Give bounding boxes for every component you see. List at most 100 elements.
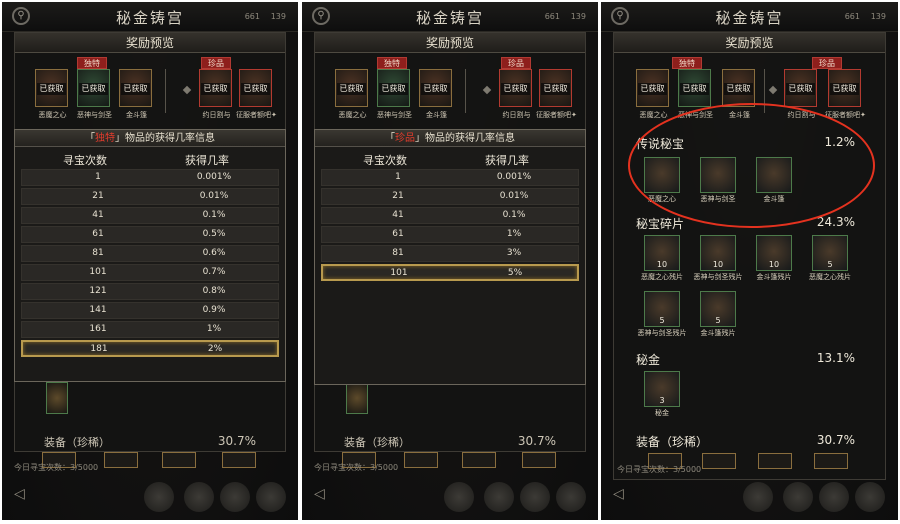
rate-cell: 0.1% <box>502 210 526 220</box>
back-arrow-icon[interactable]: ◁ <box>613 486 624 502</box>
nav-button[interactable] <box>855 482 885 512</box>
bottom-nav: ◁ <box>302 474 598 520</box>
rate-popup: 「独特」物品的获得几率信息 寻宝次数 获得几率 1 0.001% 21 0.01% 41… <box>14 129 286 382</box>
panel-unique-rates: ⚲ 秘金铸宫 661 139 奖励预览 独特 珍品 已获取 恶魔之心 已获取 恶神与… <box>2 2 298 520</box>
preview-item[interactable]: 已获取 约日割与 <box>499 69 532 119</box>
preview-item[interactable]: 已获取 约日割与 <box>784 69 817 119</box>
nav-button[interactable] <box>556 482 586 512</box>
equipment-pct: 30.7% <box>217 434 256 448</box>
table-row[interactable]: 1 0.001% <box>21 169 279 186</box>
equipment-item[interactable] <box>462 452 496 468</box>
equipment-item[interactable] <box>222 452 256 468</box>
table-row[interactable]: 161 1% <box>21 321 279 338</box>
nav-button[interactable] <box>256 482 286 512</box>
legendary-item[interactable] <box>700 157 736 193</box>
preview-item[interactable]: 已获取 征服者额吧✦ <box>236 69 277 119</box>
gold-item[interactable]: 3 <box>644 371 680 407</box>
fragment-item[interactable]: 5 <box>644 291 680 327</box>
count-cell: 21 <box>92 191 104 201</box>
equipment-item[interactable] <box>522 452 556 468</box>
nav-button[interactable] <box>184 482 214 512</box>
fragment-item[interactable]: 5 <box>700 291 736 327</box>
nav-button[interactable] <box>444 482 474 512</box>
back-arrow-icon[interactable]: ◁ <box>314 486 325 502</box>
rate-cell: 1% <box>206 324 222 334</box>
nav-button[interactable] <box>819 482 849 512</box>
item-name: 恶魔之心残片 <box>641 273 683 281</box>
equipment-item[interactable] <box>104 452 138 468</box>
preview-item[interactable]: 已获取 征服者额吧✦ <box>825 69 866 119</box>
section-fragments: 秘宝碎片 24.3% <box>636 215 855 233</box>
table-row[interactable]: 181 2% <box>21 340 279 357</box>
nav-button[interactable] <box>144 482 174 512</box>
section-title: 秘宝碎片 <box>636 217 685 231</box>
count-cell: 101 <box>390 268 408 278</box>
section-pct: 30.7% <box>816 433 855 447</box>
item-name: 秘金 <box>655 409 669 417</box>
legendary-item[interactable] <box>644 157 680 193</box>
equipment-item[interactable] <box>404 452 438 468</box>
equipment-item[interactable] <box>162 452 196 468</box>
equipment-item[interactable] <box>758 453 792 469</box>
table-row[interactable]: 101 0.7% <box>21 264 279 281</box>
equipment-item[interactable] <box>814 453 848 469</box>
count-cell: 121 <box>89 286 107 296</box>
fragment-item[interactable]: 10 <box>644 235 680 271</box>
table-row[interactable]: 141 0.9% <box>21 302 279 319</box>
nav-button[interactable] <box>743 482 773 512</box>
table-row[interactable]: 41 0.1% <box>321 207 579 224</box>
rate-table: 1 0.001% 21 0.01% 41 0.1% 61 1% 81 3% 101 5% <box>315 169 585 281</box>
col-rate: 获得几率 <box>485 154 529 167</box>
stat-b: 139 <box>570 12 586 21</box>
preview-item[interactable]: 已获取 金斗篷 <box>722 69 755 119</box>
table-row[interactable]: 101 5% <box>321 264 579 281</box>
count-cell: 61 <box>392 229 404 239</box>
top-bar: ⚲ 秘金铸宫 661 139 <box>302 2 598 32</box>
top-bar: ⚲ 秘金铸宫 661 139 <box>601 2 898 32</box>
legendary-item[interactable] <box>756 157 792 193</box>
section-pct: 1.2% <box>824 135 856 149</box>
preview-item[interactable]: 已获取 恶神与剑圣 <box>377 69 412 119</box>
preview-item[interactable]: 已获取 恶魔之心 <box>335 69 368 119</box>
nav-button[interactable] <box>220 482 250 512</box>
preview-item[interactable]: 已获取 恶神与剑圣 <box>678 69 713 119</box>
table-row[interactable]: 41 0.1% <box>21 207 279 224</box>
preview-item[interactable]: 已获取 征服者额吧✦ <box>536 69 577 119</box>
item-name: 恶神与剑圣 <box>700 195 736 203</box>
fragment-item[interactable]: 5 <box>812 235 848 271</box>
bottom-nav: ◁ <box>601 474 898 520</box>
count-cell: 141 <box>89 305 107 315</box>
fragment-item[interactable]: 10 <box>756 235 792 271</box>
preview-item[interactable]: 已获取 恶魔之心 <box>636 69 669 119</box>
nav-button[interactable] <box>484 482 514 512</box>
equipment-item[interactable] <box>702 453 736 469</box>
equipment-pct: 30.7% <box>517 434 556 448</box>
preview-item[interactable]: 已获取 约日割与 <box>199 69 232 119</box>
preview-item[interactable]: 已获取 恶魔之心 <box>35 69 68 119</box>
panel-rare-rates: ⚲ 秘金铸宫 661 139 奖励预览 独特 珍品 已获取 恶魔之心 已获取 恶神与… <box>302 2 598 520</box>
table-row[interactable]: 121 0.8% <box>21 283 279 300</box>
reward-preview-title: 奖励预览 <box>315 33 585 53</box>
table-row[interactable]: 61 1% <box>321 226 579 243</box>
diamond-icon <box>482 85 492 95</box>
section-title: 秘金 <box>636 353 661 367</box>
rate-cell: 0.001% <box>196 172 232 182</box>
nav-button[interactable] <box>520 482 550 512</box>
fragment-item[interactable]: 10 <box>700 235 736 271</box>
table-row[interactable]: 81 0.6% <box>21 245 279 262</box>
table-row[interactable]: 21 0.01% <box>21 188 279 205</box>
rate-cell: 5% <box>507 268 523 278</box>
nav-button[interactable] <box>783 482 813 512</box>
rate-cell: 0.9% <box>202 305 226 315</box>
preview-item[interactable]: 已获取 恶神与剑圣 <box>77 69 112 119</box>
table-row[interactable]: 61 0.5% <box>21 226 279 243</box>
table-row[interactable]: 81 3% <box>321 245 579 262</box>
preview-item[interactable]: 已获取 金斗篷 <box>419 69 452 119</box>
rate-cell: 3% <box>506 248 522 258</box>
table-row[interactable]: 21 0.01% <box>321 188 579 205</box>
back-arrow-icon[interactable]: ◁ <box>14 486 25 502</box>
equipment-title: 装备（珍稀） <box>344 436 410 449</box>
table-row[interactable]: 1 0.001% <box>321 169 579 186</box>
reward-preview-title: 奖励预览 <box>614 33 885 53</box>
preview-item[interactable]: 已获取 金斗篷 <box>119 69 152 119</box>
